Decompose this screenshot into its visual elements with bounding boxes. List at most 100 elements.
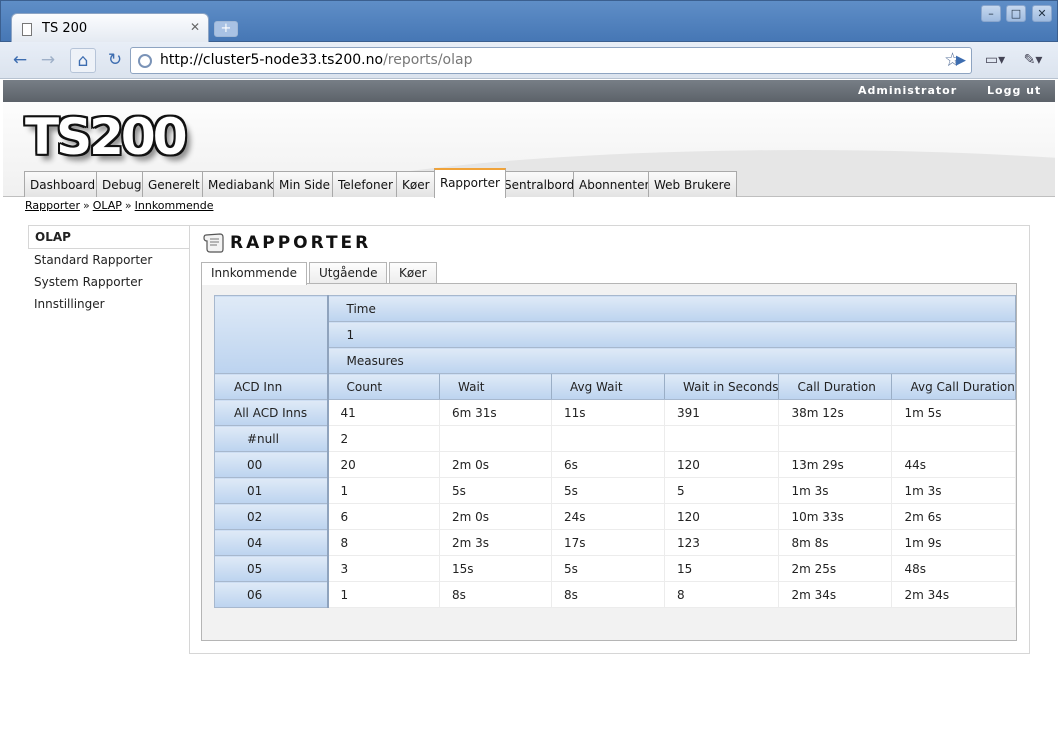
measure-column-header[interactable]: Wait	[439, 373, 552, 400]
forward-icon[interactable]: →	[36, 48, 60, 73]
data-cell-value: 8m 8s	[791, 535, 829, 550]
nav-tab-mediabank[interactable]: Mediabank	[202, 171, 280, 197]
data-cell-value: 2m 0s	[452, 457, 490, 472]
sidebar-item-innstillinger[interactable]: Innstillinger	[28, 293, 190, 315]
breadcrumb-innkommende[interactable]: Innkommende	[135, 199, 214, 212]
close-tab-icon[interactable]: ✕	[190, 20, 200, 34]
nav-tab-debug[interactable]: Debug	[96, 171, 148, 197]
col-dimension-header[interactable]: Time	[327, 295, 1016, 322]
breadcrumb-rapporter[interactable]: Rapporter	[25, 199, 80, 212]
site-logo[interactable]: TS200	[25, 108, 187, 166]
data-cell: 5s	[551, 477, 665, 504]
nav-tab-sentralbord[interactable]: Sentralbord	[498, 171, 581, 197]
row-member-header[interactable]: 05	[214, 555, 329, 582]
nav-tab-min-side[interactable]: Min Side	[273, 171, 337, 197]
wrench-menu-icon[interactable]: ✎▾	[1018, 48, 1048, 73]
data-cell-value: 8	[677, 587, 685, 602]
data-cell-value: 6	[340, 509, 349, 524]
data-cell: 44s	[891, 451, 1016, 478]
measure-column-label: Avg Wait	[570, 379, 623, 394]
col-member-header-label: 1	[346, 327, 355, 342]
data-cell-value: 41	[340, 405, 356, 420]
row-member-header[interactable]: 00	[214, 451, 329, 478]
data-cell-value: 44s	[904, 457, 927, 472]
table-row: All ACD Inns 41 6m 31s 11s 391 38m 12s 1m 5s	[214, 399, 1016, 426]
nav-tab-telefoner[interactable]: Telefoner	[332, 171, 399, 197]
subtab-koer[interactable]: Køer	[389, 262, 437, 284]
nav-tab-web-brukere[interactable]: Web Brukere	[648, 171, 737, 197]
data-cell-value: 120	[677, 509, 700, 524]
measure-column-header[interactable]: Wait in Seconds	[663, 373, 780, 400]
measure-column-header[interactable]: Call Duration	[778, 373, 893, 400]
data-cell: 8m 8s	[778, 529, 893, 556]
data-cell: 2m 25s	[778, 555, 893, 582]
row-member-header[interactable]: #null	[214, 425, 329, 452]
url-path: /reports/olap	[383, 52, 473, 68]
data-cell: 20	[327, 451, 440, 478]
data-cell: 120	[664, 503, 780, 530]
nav-tab-dashboard[interactable]: Dashboard	[24, 171, 102, 197]
row-member-header[interactable]: 06	[214, 581, 329, 608]
row-member-header[interactable]: All ACD Inns	[214, 399, 329, 426]
data-cell-value: 11s	[564, 405, 586, 420]
back-icon[interactable]: ←	[8, 48, 32, 73]
data-cell: 2m 0s	[439, 451, 552, 478]
row-dimension-header[interactable]: ACD Inn	[214, 373, 329, 400]
measures-header[interactable]: Measures	[327, 347, 1016, 374]
table-row: #null 2	[214, 425, 1016, 452]
data-cell-value: 8s	[452, 587, 466, 602]
row-member-label: 05	[247, 561, 263, 576]
globe-icon	[138, 54, 152, 68]
new-tab-button[interactable]: +	[214, 21, 238, 37]
nav-tab-generelt[interactable]: Generelt	[142, 171, 206, 197]
data-cell-value	[892, 432, 904, 446]
close-window-button[interactable]: ✕	[1032, 5, 1052, 22]
row-member-header[interactable]: 02	[214, 503, 329, 530]
logout-link[interactable]: Logg ut	[987, 84, 1041, 97]
scroll-icon	[203, 233, 224, 253]
breadcrumb: Rapporter» OLAP» Innkommende	[25, 199, 214, 212]
reload-icon[interactable]: ↻	[103, 48, 127, 73]
nav-tab-abonnenter[interactable]: Abonnenter	[573, 171, 656, 197]
subtab-utgaende[interactable]: Utgående	[309, 262, 388, 284]
sidebar-item-system-rapporter[interactable]: System Rapporter	[28, 271, 190, 293]
breadcrumb-olap[interactable]: OLAP	[93, 199, 122, 212]
home-icon[interactable]: ⌂	[70, 48, 96, 73]
row-member-label: #null	[247, 431, 279, 446]
nav-tab-koer[interactable]: Køer	[396, 171, 436, 197]
data-cell: 1	[327, 477, 440, 504]
data-cell: 17s	[551, 529, 665, 556]
sidebar-item-olap[interactable]: OLAP	[28, 225, 190, 249]
minimize-button[interactable]: –	[981, 5, 1001, 22]
data-cell	[778, 425, 893, 452]
row-member-label: 01	[247, 483, 263, 498]
data-cell-value: 2m 34s	[904, 587, 950, 602]
col-member-header[interactable]: 1	[327, 321, 1016, 348]
play-icon[interactable]: ▶	[950, 48, 972, 73]
measure-column-header[interactable]: Count	[327, 373, 440, 400]
page-icon	[22, 23, 32, 36]
data-cell: 8s	[551, 581, 665, 608]
col-dimension-header-label: Time	[346, 301, 376, 316]
sidebar-item-standard-rapporter[interactable]: Standard Rapporter	[28, 249, 190, 271]
subtab-innkommende[interactable]: Innkommende	[201, 262, 307, 285]
table-row: 06 1 8s 8s 8 2m 34s 2m 34s	[214, 581, 1016, 608]
page-menu-icon[interactable]: ▭▾	[980, 48, 1010, 73]
address-bar[interactable]: http://cluster5-node33.ts200.no/reports/…	[130, 47, 972, 74]
nav-tab-rapporter[interactable]: Rapporter	[434, 168, 506, 198]
data-cell-value: 2m 25s	[791, 561, 837, 576]
data-cell-value: 1	[340, 587, 349, 602]
table-row: 01 1 5s 5s 5 1m 3s 1m 3s	[214, 477, 1016, 504]
data-cell-value	[779, 432, 791, 446]
measure-column-header[interactable]: Avg Call Duration	[891, 373, 1016, 400]
maximize-button[interactable]: □	[1006, 5, 1026, 22]
browser-tab[interactable]: TS 200 ✕	[11, 13, 209, 44]
row-member-header[interactable]: 01	[214, 477, 329, 504]
measure-column-header[interactable]: Avg Wait	[551, 373, 665, 400]
data-cell-value: 2m 6s	[904, 509, 942, 524]
row-member-header[interactable]: 04	[214, 529, 329, 556]
data-cell	[664, 425, 780, 452]
data-cell-value	[440, 432, 452, 446]
admin-user-link[interactable]: Administrator	[858, 84, 957, 97]
admin-bar: Administrator Logg ut	[3, 80, 1055, 102]
